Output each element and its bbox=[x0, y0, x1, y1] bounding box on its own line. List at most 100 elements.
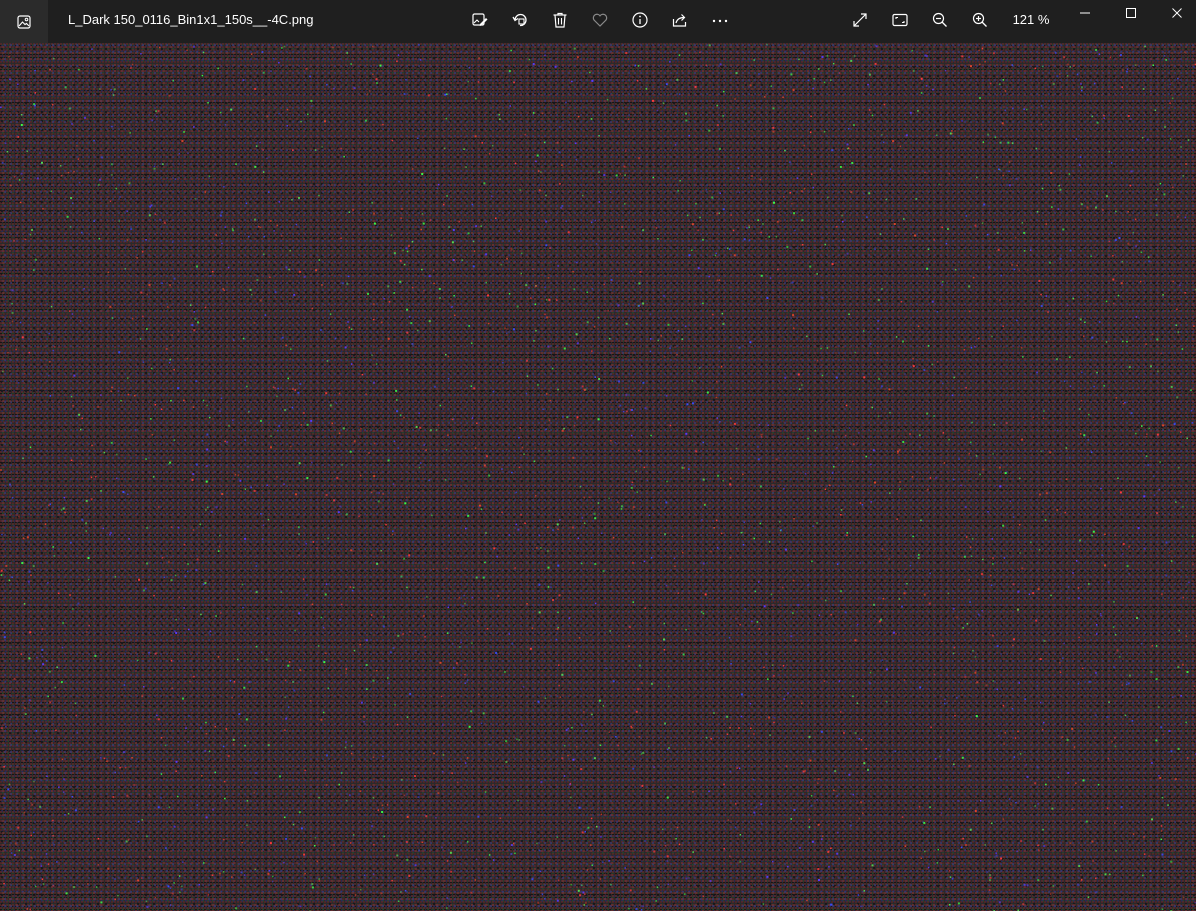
hot-pixel bbox=[376, 669, 378, 672]
hot-pixel bbox=[1119, 656, 1121, 658]
hot-pixel bbox=[298, 811, 301, 814]
minimize-button[interactable] bbox=[1062, 0, 1108, 26]
hot-pixel bbox=[332, 46, 334, 49]
hot-pixel bbox=[718, 279, 721, 281]
favorite-button[interactable] bbox=[584, 6, 616, 34]
hot-pixel bbox=[521, 446, 524, 449]
hot-pixel bbox=[719, 63, 722, 66]
hot-pixel bbox=[470, 891, 473, 894]
hot-pixel bbox=[1008, 184, 1011, 187]
hot-pixel bbox=[46, 775, 48, 777]
hot-pixel bbox=[402, 633, 404, 635]
hot-pixel bbox=[102, 527, 104, 530]
hot-pixel bbox=[514, 567, 516, 569]
hot-pixel bbox=[640, 753, 643, 755]
hot-pixel bbox=[231, 227, 234, 230]
hot-pixel bbox=[1020, 840, 1023, 842]
zoom-out-button[interactable] bbox=[924, 6, 956, 34]
hot-pixel bbox=[437, 792, 440, 795]
hot-pixel bbox=[15, 348, 17, 351]
hot-pixel bbox=[556, 628, 559, 630]
hot-pixel bbox=[787, 692, 790, 695]
hot-pixel bbox=[723, 90, 725, 93]
fullscreen-button[interactable] bbox=[844, 6, 876, 34]
hot-pixel bbox=[708, 275, 710, 278]
hot-pixel bbox=[238, 713, 241, 715]
zoom-in-button[interactable] bbox=[964, 6, 996, 34]
hot-pixel bbox=[559, 519, 561, 521]
hot-pixel bbox=[368, 452, 370, 454]
hot-pixel bbox=[325, 392, 328, 395]
hot-pixel bbox=[912, 357, 914, 360]
hot-pixel bbox=[829, 477, 831, 479]
hot-pixel bbox=[582, 194, 584, 197]
hot-pixel bbox=[76, 145, 78, 147]
photos-app-button[interactable] bbox=[0, 0, 48, 43]
hot-pixel bbox=[194, 317, 197, 320]
hot-pixel bbox=[138, 820, 140, 823]
hot-pixel bbox=[962, 627, 964, 629]
hot-pixel bbox=[712, 313, 714, 316]
hot-pixel bbox=[12, 279, 14, 282]
hot-pixel bbox=[273, 230, 275, 232]
hot-pixel bbox=[515, 523, 517, 526]
hot-pixel bbox=[508, 633, 511, 635]
share-button[interactable] bbox=[664, 6, 696, 34]
hot-pixel bbox=[292, 149, 294, 151]
hot-pixel bbox=[69, 594, 71, 596]
hot-pixel bbox=[509, 105, 511, 107]
hot-pixel bbox=[1105, 341, 1108, 343]
hot-pixel bbox=[396, 854, 399, 857]
hot-pixel bbox=[231, 876, 233, 878]
hot-pixel bbox=[447, 434, 449, 436]
hot-pixel bbox=[1140, 642, 1143, 645]
hot-pixel bbox=[1162, 424, 1165, 427]
hot-pixel bbox=[925, 85, 928, 87]
hot-pixel bbox=[287, 377, 289, 380]
hot-pixel bbox=[222, 288, 224, 290]
delete-button[interactable] bbox=[544, 6, 576, 34]
hot-pixel bbox=[255, 591, 258, 594]
hot-pixel bbox=[1039, 658, 1042, 661]
hot-pixel bbox=[1134, 64, 1137, 66]
hot-pixel bbox=[1070, 269, 1073, 272]
hot-pixel bbox=[612, 536, 615, 539]
hot-pixel bbox=[818, 68, 820, 70]
hot-pixel bbox=[232, 744, 235, 746]
hot-pixel bbox=[477, 620, 479, 622]
rotate-button[interactable] bbox=[504, 6, 536, 34]
hot-pixel bbox=[475, 97, 477, 100]
hot-pixel bbox=[67, 171, 70, 174]
zoom-level[interactable]: 121 % bbox=[1006, 0, 1056, 40]
maximize-button[interactable] bbox=[1108, 0, 1154, 26]
hot-pixel bbox=[714, 254, 717, 257]
fit-to-window-button[interactable] bbox=[884, 6, 916, 34]
hot-pixel bbox=[547, 526, 549, 529]
hot-pixel bbox=[869, 671, 872, 674]
edit-image-button[interactable] bbox=[464, 6, 496, 34]
hot-pixel bbox=[318, 645, 320, 647]
hot-pixel bbox=[685, 112, 687, 115]
hot-pixel bbox=[1114, 634, 1117, 636]
hot-pixel bbox=[349, 450, 352, 453]
hot-pixel bbox=[1068, 323, 1070, 325]
hot-pixel bbox=[271, 880, 274, 883]
hot-pixel bbox=[205, 509, 207, 511]
hot-pixel bbox=[171, 892, 174, 895]
hot-pixel bbox=[1161, 853, 1164, 856]
hot-pixel bbox=[874, 248, 876, 251]
hot-pixel bbox=[674, 565, 676, 567]
hot-pixel bbox=[968, 764, 971, 767]
hot-pixel bbox=[951, 130, 953, 132]
hot-pixel bbox=[939, 755, 941, 758]
hot-pixel bbox=[773, 721, 775, 724]
hot-pixel bbox=[528, 58, 531, 61]
hot-pixel bbox=[721, 312, 724, 315]
image-canvas[interactable] bbox=[0, 43, 1196, 911]
hot-pixel bbox=[458, 596, 460, 599]
hot-pixel bbox=[295, 493, 297, 496]
info-button[interactable] bbox=[624, 6, 656, 34]
close-button[interactable] bbox=[1154, 0, 1196, 26]
hot-pixel bbox=[421, 841, 424, 843]
more-options-button[interactable] bbox=[704, 6, 736, 34]
